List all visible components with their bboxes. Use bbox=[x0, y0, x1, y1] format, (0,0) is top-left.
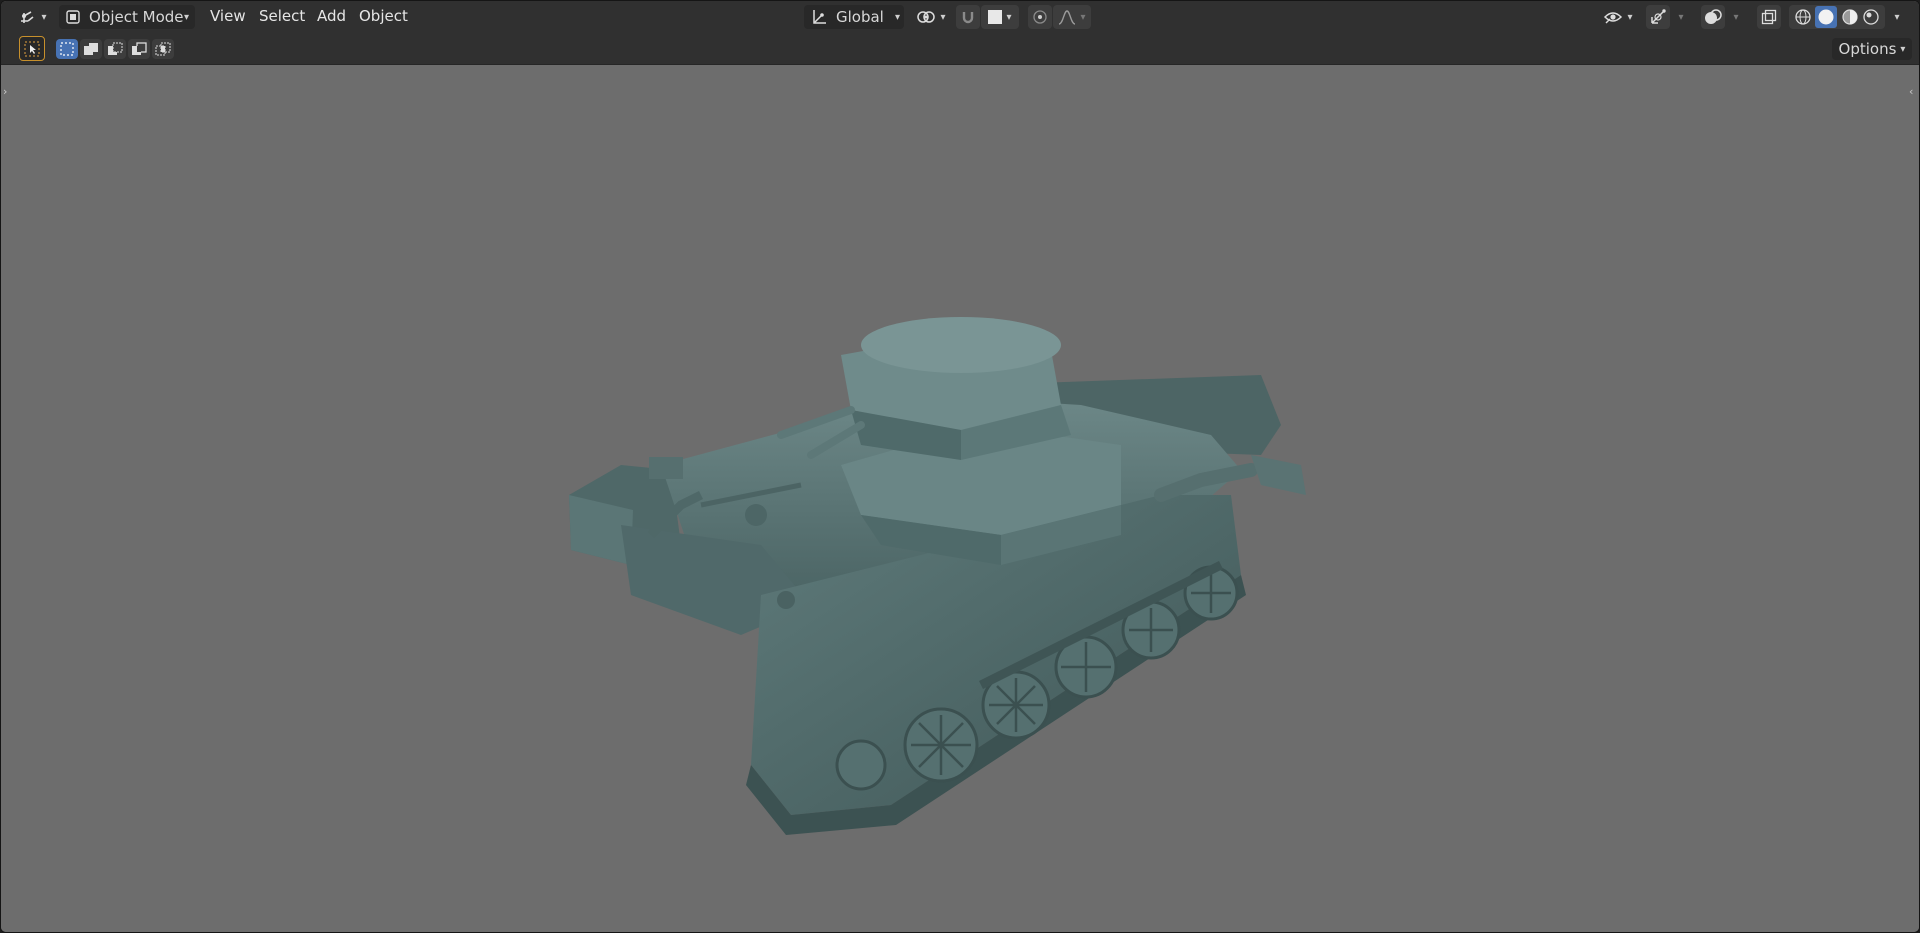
overlay-toggle[interactable] bbox=[1701, 5, 1725, 29]
tool-settings-header: Options ▾ bbox=[1, 33, 1919, 65]
object-mode-icon bbox=[65, 9, 81, 25]
3d-viewport[interactable]: › ‹ bbox=[1, 65, 1919, 932]
options-label: Options bbox=[1838, 40, 1897, 58]
chevron-down-icon: ▾ bbox=[940, 11, 946, 23]
pivot-point-dropdown[interactable]: ▾ bbox=[914, 5, 948, 29]
extend-selection-icon bbox=[83, 41, 99, 57]
chevron-down-icon: ▾ bbox=[894, 11, 900, 23]
snap-increment-icon bbox=[988, 10, 1003, 24]
snap-target-dropdown[interactable]: ▾ bbox=[981, 5, 1019, 29]
shading-dropdown-chevron[interactable]: ▾ bbox=[1887, 5, 1903, 29]
intersect-selection-button[interactable] bbox=[152, 39, 174, 59]
chevron-down-icon: ▾ bbox=[41, 11, 47, 23]
subtract-selection-icon bbox=[107, 41, 123, 57]
chevron-down-icon: ▾ bbox=[1678, 11, 1684, 23]
sidebar-expand-arrow-icon[interactable]: ‹ bbox=[1909, 85, 1917, 99]
chevron-down-icon: ▾ bbox=[1894, 11, 1900, 23]
transform-orientation-dropdown[interactable]: Global ▾ bbox=[804, 5, 904, 29]
editor-type-button[interactable]: ▾ bbox=[15, 5, 51, 29]
viewport-header: ▾ Object Mode ▾ View Select Add Object G… bbox=[1, 1, 1919, 34]
new-selection-button[interactable] bbox=[56, 39, 78, 59]
chevron-down-icon: ▾ bbox=[1080, 11, 1086, 23]
active-tool-button[interactable] bbox=[19, 36, 45, 61]
subtract-selection-button[interactable] bbox=[104, 39, 126, 59]
menu-select[interactable]: Select bbox=[259, 7, 305, 25]
mode-dropdown[interactable]: Object Mode ▾ bbox=[59, 5, 195, 29]
chevron-down-icon: ▾ bbox=[183, 11, 189, 23]
falloff-curve-icon bbox=[1058, 9, 1076, 25]
orientation-label: Global bbox=[836, 8, 884, 26]
chevron-down-icon: ▾ bbox=[1006, 11, 1012, 23]
gizmo-toggle[interactable] bbox=[1646, 5, 1670, 29]
xray-toggle[interactable] bbox=[1757, 5, 1781, 29]
proportional-edit-icon bbox=[1032, 9, 1048, 25]
viewport-3d-icon bbox=[19, 9, 37, 25]
rendered-shading-icon[interactable] bbox=[1862, 8, 1880, 26]
solid-shading-icon[interactable] bbox=[1815, 6, 1838, 28]
material-preview-shading-icon[interactable] bbox=[1841, 8, 1859, 26]
snap-toggle[interactable] bbox=[956, 5, 980, 29]
select-box-icon bbox=[24, 41, 40, 57]
wireframe-shading-icon[interactable] bbox=[1794, 8, 1812, 26]
options-dropdown[interactable]: Options ▾ bbox=[1832, 38, 1912, 60]
shading-mode-group bbox=[1789, 5, 1885, 29]
toolbar-expand-arrow-icon[interactable]: › bbox=[3, 85, 11, 99]
extend-selection-button[interactable] bbox=[80, 39, 102, 59]
chevron-down-icon: ▾ bbox=[1900, 43, 1906, 55]
mode-label: Object Mode bbox=[89, 8, 184, 26]
overlay-dropdown-chevron[interactable]: ▾ bbox=[1726, 5, 1742, 29]
chevron-down-icon: ▾ bbox=[1627, 11, 1633, 23]
invert-selection-icon bbox=[131, 41, 147, 57]
magnet-icon bbox=[960, 9, 976, 25]
overlay-icon bbox=[1704, 8, 1722, 26]
falloff-dropdown[interactable]: ▾ bbox=[1053, 5, 1091, 29]
new-selection-icon bbox=[59, 41, 75, 57]
xray-icon bbox=[1761, 9, 1777, 25]
intersect-selection-icon bbox=[155, 41, 171, 57]
gizmo-dropdown-chevron[interactable]: ▾ bbox=[1671, 5, 1687, 29]
orientation-axes-icon bbox=[810, 8, 828, 26]
chevron-down-icon: ▾ bbox=[1733, 11, 1739, 23]
transform-pivot-icon bbox=[916, 9, 936, 25]
gizmo-icon bbox=[1649, 8, 1667, 26]
menu-view[interactable]: View bbox=[210, 7, 246, 25]
menu-add[interactable]: Add bbox=[317, 7, 346, 25]
selectability-visibility-dropdown[interactable]: ▾ bbox=[1599, 5, 1637, 29]
proportional-edit-toggle[interactable] bbox=[1028, 5, 1052, 29]
menu-object[interactable]: Object bbox=[359, 7, 408, 25]
eye-icon bbox=[1603, 9, 1623, 25]
invert-selection-button[interactable] bbox=[128, 39, 150, 59]
blender-window: ▾ Object Mode ▾ View Select Add Object G… bbox=[0, 0, 1920, 933]
tank-model[interactable] bbox=[561, 295, 1321, 835]
